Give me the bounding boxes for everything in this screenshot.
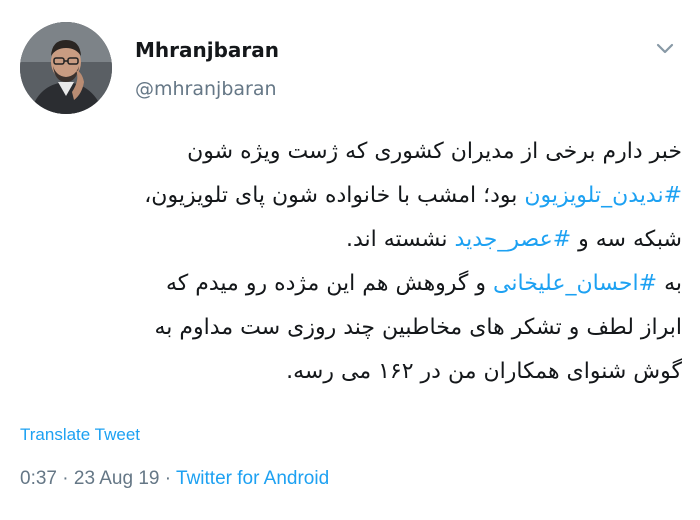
- tweet-text-segment: بود؛ امشب با خانواده شون پای تلویزیون،: [144, 183, 525, 208]
- more-options-button[interactable]: [652, 38, 678, 60]
- tweet-text-segment: نشسته اند.: [345, 227, 455, 252]
- meta-separator: ·: [159, 468, 177, 489]
- hashtag-link[interactable]: #عصر_جدید: [455, 227, 572, 252]
- tweet-line: #ندیدن_تلویزیون بود؛ امشب با خانواده شون…: [14, 174, 682, 218]
- hashtag-link[interactable]: #احسان_علیخانی: [493, 271, 657, 296]
- tweet-source-link[interactable]: Twitter for Android: [176, 468, 329, 489]
- tweet-line: خبر دارم برخی از مدیران کشوری که ژست ویژ…: [14, 130, 682, 174]
- tweet-text-segment: به: [657, 271, 682, 296]
- meta-separator: ·: [56, 468, 74, 489]
- tweet-metadata: 0:37 · 23 Aug 19 · Twitter for Android: [20, 468, 329, 490]
- translate-tweet-link[interactable]: Translate Tweet: [20, 425, 140, 445]
- tweet-text: خبر دارم برخی از مدیران کشوری که ژست ویژ…: [14, 130, 682, 394]
- tweet-date: 23 Aug 19: [73, 468, 160, 489]
- hashtag-link[interactable]: #ندیدن_تلویزیون: [524, 183, 682, 208]
- author-handle[interactable]: @mhranjbaran: [135, 78, 277, 100]
- tweet-line: گوش شنوای همکاران من در ۱۶۲ می رسه.: [14, 350, 682, 394]
- tweet-text-segment: گوش شنوای همکاران من در ۱۶۲ می رسه.: [286, 359, 682, 384]
- chevron-down-icon: [656, 43, 674, 54]
- tweet-line: به #احسان_علیخانی و گروهش هم این مژده رو…: [14, 262, 682, 306]
- tweet-time: 0:37: [20, 468, 57, 489]
- tweet-text-segment: و گروهش هم این مژده رو میدم که: [165, 271, 494, 296]
- tweet-line: شبکه سه و #عصر_جدید نشسته اند.: [14, 218, 682, 262]
- tweet-text-segment: ابراز لطف و تشکر های مخاطبین چند روزی ست…: [154, 315, 683, 340]
- tweet-text-segment: خبر دارم برخی از مدیران کشوری که ژست ویژ…: [187, 139, 682, 164]
- avatar-photo: [20, 22, 112, 114]
- author-display-name[interactable]: Mhranjbaran: [135, 38, 279, 62]
- tweet-text-segment: شبکه سه و: [571, 227, 682, 252]
- avatar[interactable]: [20, 22, 112, 114]
- tweet-line: ابراز لطف و تشکر های مخاطبین چند روزی ست…: [14, 306, 683, 350]
